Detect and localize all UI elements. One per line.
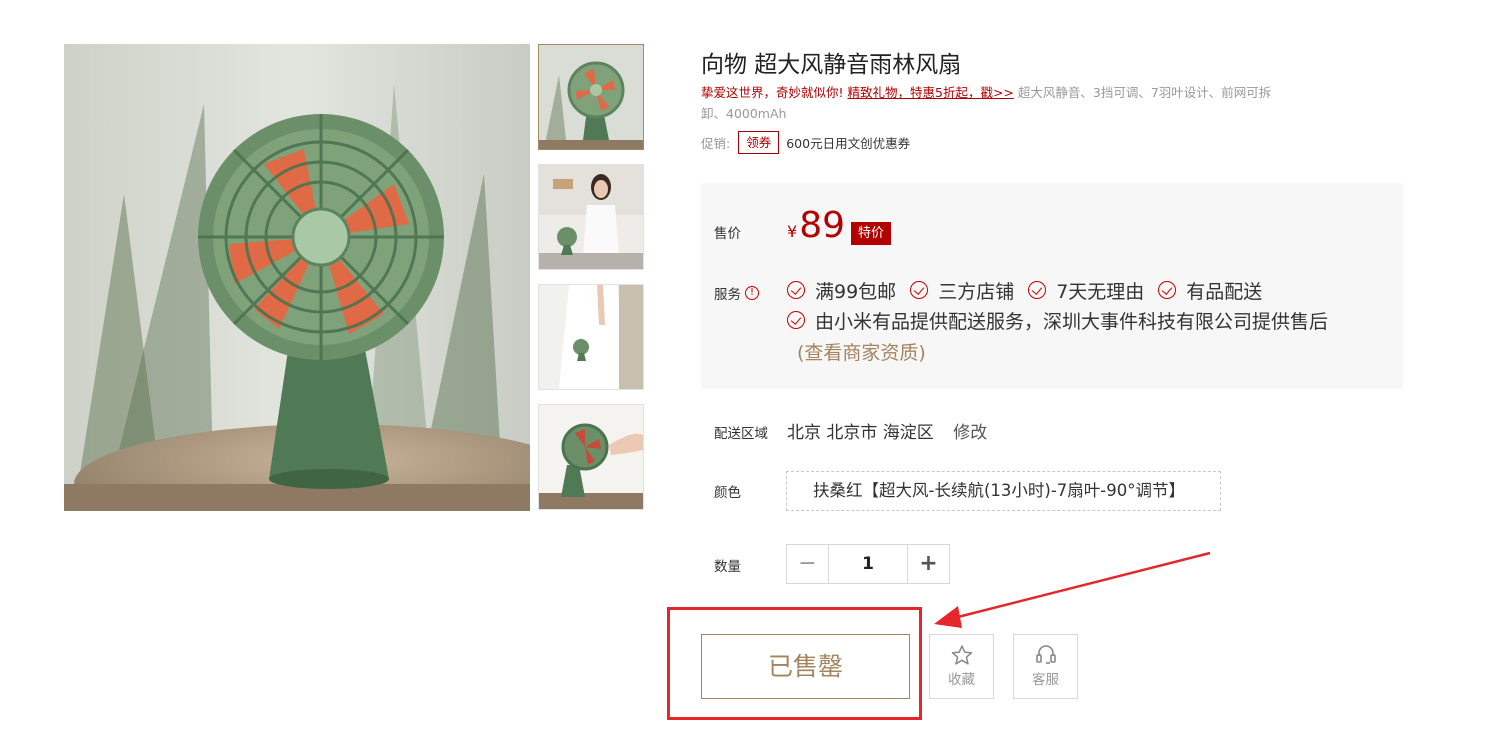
product-title: 向物 超大风静音雨林风扇 <box>701 52 962 78</box>
service-button-label: 客服 <box>1032 672 1059 688</box>
info-icon[interactable]: ! <box>745 286 759 300</box>
sold-out-button[interactable]: 已售罄 <box>701 634 910 699</box>
check-circle-icon <box>1028 281 1047 299</box>
subtitle-slogan: 挚爱这世界，奇妙就似你! <box>701 85 844 100</box>
promo-label: 促销: <box>701 136 731 151</box>
price-number: 89 <box>799 205 845 246</box>
check-circle-icon <box>1158 281 1177 299</box>
price-label: 售价 <box>714 226 741 242</box>
delivery-region: 北京 北京市 海淀区 修改 <box>787 418 987 443</box>
star-icon <box>951 645 972 665</box>
favorite-label: 收藏 <box>948 672 975 688</box>
service-list: 满99包邮 三方店铺 7天无理由 有品配送 由小米有品提供配送服务，深圳大事件科… <box>787 275 1387 365</box>
service-label-wrap: 服务 ! <box>714 283 759 303</box>
quantity-input[interactable]: 1 <box>828 545 908 583</box>
favorite-button[interactable]: 收藏 <box>929 634 994 699</box>
customer-service-button[interactable]: 客服 <box>1013 634 1078 699</box>
price-service-box: 售价 ¥ 89 特价 服务 ! 满99包邮 三方店铺 7天无理由 有品配送 由小… <box>701 183 1403 389</box>
product-subtitle: 挚爱这世界，奇妙就似你! 精致礼物，特惠5折起，戳>> 超大风静音、3挡可调、7… <box>701 82 1291 124</box>
merchant-qualification-link[interactable]: (查看商家资质) <box>787 338 926 365</box>
edit-address-link[interactable]: 修改 <box>953 423 987 443</box>
promo-row: 促销: 领券 600元日用文创优惠券 <box>701 131 910 154</box>
price-value: ¥ 89 <box>787 206 845 246</box>
service-note: 由小米有品提供配送服务，深圳大事件科技有限公司提供售后 <box>787 307 1328 334</box>
delivery-address: 北京 北京市 海淀区 <box>787 423 934 443</box>
thumbnail-list <box>538 44 644 524</box>
service-item: 三方店铺 <box>910 277 1014 304</box>
main-product-image <box>64 44 530 511</box>
thumbnail-2[interactable] <box>538 164 644 270</box>
service-item: 7天无理由 <box>1028 277 1144 304</box>
promo-text: 600元日用文创优惠券 <box>786 136 911 151</box>
check-circle-icon <box>910 281 929 299</box>
currency-symbol: ¥ <box>787 222 798 241</box>
promo-link[interactable]: 精致礼物，特惠5折起，戳>> <box>848 85 1014 100</box>
color-option[interactable]: 扶桑红【超大风-长续航(13小时)-7扇叶-90°调节】 <box>786 471 1221 511</box>
check-circle-icon <box>787 311 805 329</box>
thumbnail-4[interactable] <box>538 404 644 510</box>
service-label: 服务 <box>714 287 741 303</box>
service-item: 有品配送 <box>1158 277 1262 304</box>
coupon-button[interactable]: 领券 <box>738 131 780 154</box>
delivery-label: 配送区域 <box>714 426 768 442</box>
quantity-minus-button[interactable]: − <box>787 545 828 583</box>
special-price-badge: 特价 <box>851 222 892 245</box>
color-label: 颜色 <box>714 485 741 501</box>
thumbnail-1[interactable] <box>538 44 644 150</box>
quantity-stepper: − 1 + <box>786 544 950 584</box>
headset-icon <box>1035 645 1056 664</box>
quantity-plus-button[interactable]: + <box>908 545 949 583</box>
quantity-label: 数量 <box>714 559 741 575</box>
service-item: 满99包邮 <box>787 277 896 304</box>
thumbnail-3[interactable] <box>538 284 644 390</box>
check-circle-icon <box>787 281 805 299</box>
